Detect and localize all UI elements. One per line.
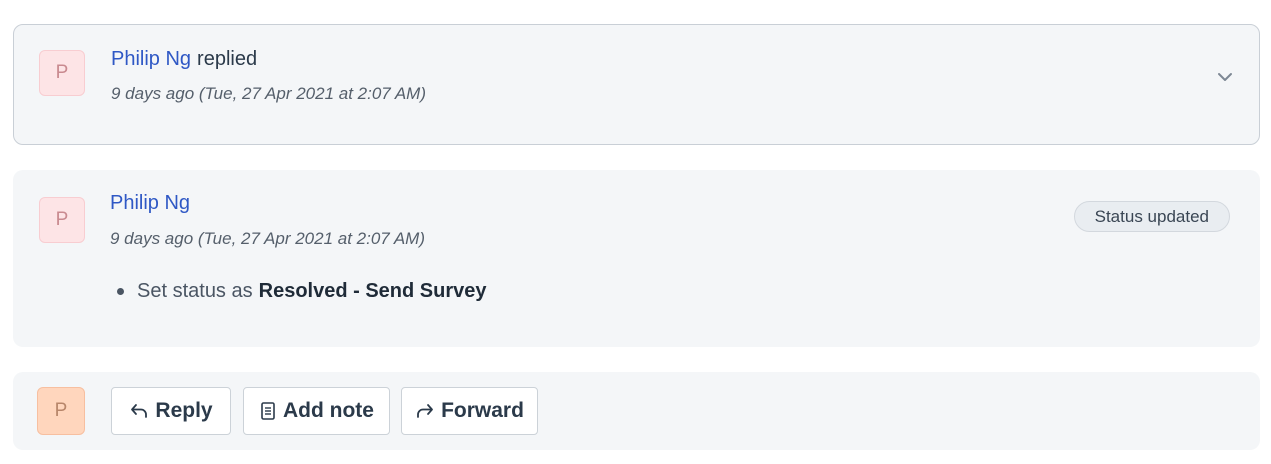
author-name[interactable]: Philip Ng: [111, 48, 191, 70]
avatar-initial: P: [54, 400, 68, 421]
event-action: replied: [197, 48, 258, 70]
avatar: P: [39, 197, 85, 243]
author-name[interactable]: Philip Ng: [110, 192, 190, 214]
event-timestamp: 9 days ago (Tue, 27 Apr 2021 at 2:07 AM): [110, 229, 425, 248]
reply-button-label: Reply: [155, 399, 213, 422]
add-note-button-label: Add note: [283, 399, 374, 422]
forward-button-label: Forward: [441, 399, 524, 422]
status-change-prefix: Set status as: [137, 280, 253, 302]
event-header: Philip Ng: [110, 192, 190, 215]
avatar-initial: P: [55, 62, 69, 83]
reply-arrow-icon: [131, 404, 148, 418]
forward-button[interactable]: Forward: [401, 387, 538, 435]
note-icon: [261, 402, 275, 420]
avatar-initial: P: [55, 209, 69, 230]
event-timestamp: 9 days ago (Tue, 27 Apr 2021 at 2:07 AM): [111, 84, 426, 103]
add-note-button[interactable]: Add note: [243, 387, 390, 435]
avatar: P: [39, 50, 85, 96]
avatar: P: [37, 387, 85, 435]
reply-event-card[interactable]: P Philip Ng replied 9 days ago (Tue, 27 A…: [13, 24, 1260, 145]
status-change-item: Set status as Resolved - Send Survey: [117, 280, 487, 303]
chevron-down-icon[interactable]: [1215, 67, 1235, 87]
status-event-card: P Philip Ng 9 days ago (Tue, 27 Apr 2021…: [13, 170, 1260, 347]
reply-button[interactable]: Reply: [111, 387, 231, 435]
status-badge: Status updated: [1073, 201, 1230, 232]
bullet-icon: [117, 288, 124, 295]
event-header: Philip Ng replied: [111, 48, 257, 71]
composer-bar: P Reply Add note Forward: [13, 372, 1260, 450]
forward-arrow-icon: [417, 404, 433, 418]
status-change-value: Resolved - Send Survey: [258, 280, 487, 302]
